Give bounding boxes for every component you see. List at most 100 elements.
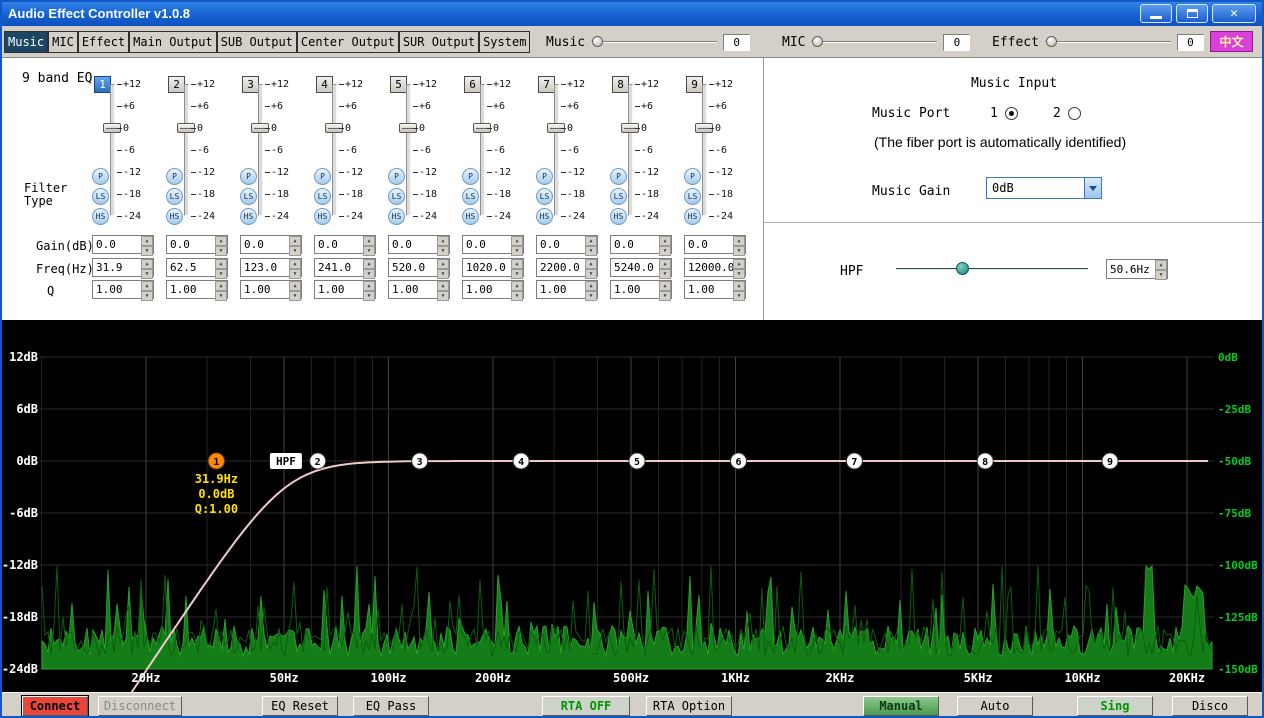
eq-fader-track[interactable] (702, 84, 707, 216)
eq-freq-input[interactable] (389, 259, 437, 276)
hpf-value-input[interactable] (1107, 260, 1155, 278)
spin-up-button[interactable]: ▲ (141, 236, 153, 246)
eq-q-input[interactable] (315, 281, 363, 298)
spin-down-button[interactable]: ▼ (141, 291, 153, 301)
eq-freq-input[interactable] (315, 259, 363, 276)
filter-type-ls-button[interactable]: LS (388, 188, 405, 205)
filter-type-hs-button[interactable]: HS (314, 208, 331, 225)
spin-up-button[interactable]: ▲ (585, 281, 597, 291)
filter-type-p-button[interactable]: P (388, 168, 405, 185)
port-2-radio[interactable] (1068, 107, 1081, 120)
maximize-button[interactable] (1176, 4, 1208, 23)
dropdown-arrow-button[interactable] (1084, 178, 1101, 198)
minimize-button[interactable] (1140, 4, 1172, 23)
spin-down-button[interactable]: ▼ (585, 269, 597, 279)
hpf-slider[interactable] (896, 260, 1088, 278)
spin-up-button[interactable]: ▲ (289, 281, 301, 291)
filter-type-ls-button[interactable]: LS (610, 188, 627, 205)
spin-up-button[interactable]: ▲ (437, 236, 449, 246)
spin-down-button[interactable]: ▼ (141, 246, 153, 256)
eq-gain-input[interactable] (93, 236, 141, 253)
eq-band-7-button[interactable]: 7 (538, 76, 555, 93)
spin-down-button[interactable]: ▼ (511, 269, 523, 279)
filter-type-p-button[interactable]: P (462, 168, 479, 185)
spin-down-button[interactable]: ▼ (1155, 270, 1167, 280)
eq-gain-input[interactable] (463, 236, 511, 253)
filter-type-p-button[interactable]: P (684, 168, 701, 185)
effect-level-slider[interactable] (1045, 33, 1171, 51)
spin-up-button[interactable]: ▲ (733, 281, 745, 291)
filter-type-hs-button[interactable]: HS (684, 208, 701, 225)
tab-music[interactable]: Music (4, 31, 48, 53)
eq-q-input[interactable] (685, 281, 733, 298)
filter-type-ls-button[interactable]: LS (240, 188, 257, 205)
eq-freq-input[interactable] (537, 259, 585, 276)
filter-type-p-button[interactable]: P (610, 168, 627, 185)
slider-thumb[interactable] (592, 36, 603, 47)
eq-freq-input[interactable] (611, 259, 659, 276)
slider-thumb[interactable] (1046, 36, 1057, 47)
eq-freq-input[interactable] (463, 259, 511, 276)
spin-down-button[interactable]: ▼ (511, 246, 523, 256)
spin-up-button[interactable]: ▲ (585, 259, 597, 269)
spin-up-button[interactable]: ▲ (437, 281, 449, 291)
eq-fader-track[interactable] (184, 84, 189, 216)
disco-button[interactable]: Disco (1172, 696, 1248, 716)
music-level-value[interactable] (723, 34, 750, 51)
eq-gain-input[interactable] (389, 236, 437, 253)
spin-down-button[interactable]: ▼ (733, 269, 745, 279)
spin-up-button[interactable]: ▲ (511, 259, 523, 269)
spin-down-button[interactable]: ▼ (733, 291, 745, 301)
eq-gain-input[interactable] (241, 236, 289, 253)
spin-down-button[interactable]: ▼ (659, 291, 671, 301)
eq-gain-input[interactable] (537, 236, 585, 253)
filter-type-hs-button[interactable]: HS (240, 208, 257, 225)
spin-up-button[interactable]: ▲ (215, 236, 227, 246)
filter-type-hs-button[interactable]: HS (462, 208, 479, 225)
disconnect-button[interactable]: Disconnect (98, 696, 182, 716)
spin-down-button[interactable]: ▼ (511, 291, 523, 301)
eq-q-input[interactable] (167, 281, 215, 298)
spin-down-button[interactable]: ▼ (437, 291, 449, 301)
close-button[interactable]: ✕ (1212, 4, 1256, 23)
eq-fader-track[interactable] (258, 84, 263, 216)
spin-up-button[interactable]: ▲ (363, 281, 375, 291)
spin-down-button[interactable]: ▼ (215, 246, 227, 256)
eq-q-input[interactable] (537, 281, 585, 298)
tab-effect[interactable]: Effect (78, 31, 129, 53)
filter-type-hs-button[interactable]: HS (92, 208, 109, 225)
spin-down-button[interactable]: ▼ (215, 291, 227, 301)
eq-q-input[interactable] (93, 281, 141, 298)
eq-fader-track[interactable] (628, 84, 633, 216)
eq-q-input[interactable] (389, 281, 437, 298)
filter-type-hs-button[interactable]: HS (536, 208, 553, 225)
filter-type-ls-button[interactable]: LS (166, 188, 183, 205)
spin-down-button[interactable]: ▼ (733, 246, 745, 256)
spin-down-button[interactable]: ▼ (141, 269, 153, 279)
spin-down-button[interactable]: ▼ (585, 291, 597, 301)
eq-reset-button[interactable]: EQ Reset (262, 696, 338, 716)
eq-graph[interactable]: HPF12345678931.9Hz0.0dBQ:1.0012dB6dB0dB-… (0, 320, 1264, 692)
eq-pass-button[interactable]: EQ Pass (353, 696, 429, 716)
spin-up-button[interactable]: ▲ (1155, 260, 1167, 270)
spin-down-button[interactable]: ▼ (659, 246, 671, 256)
tab-system[interactable]: System (479, 31, 530, 53)
eq-band-8-button[interactable]: 8 (612, 76, 629, 93)
spin-down-button[interactable]: ▼ (585, 246, 597, 256)
spin-up-button[interactable]: ▲ (659, 281, 671, 291)
spin-down-button[interactable]: ▼ (437, 269, 449, 279)
spin-up-button[interactable]: ▲ (363, 236, 375, 246)
spin-up-button[interactable]: ▲ (363, 259, 375, 269)
auto-button[interactable]: Auto (957, 696, 1033, 716)
sing-button[interactable]: Sing (1077, 696, 1153, 716)
spin-down-button[interactable]: ▼ (437, 246, 449, 256)
spin-up-button[interactable]: ▲ (141, 281, 153, 291)
eq-fader-track[interactable] (554, 84, 559, 216)
spin-up-button[interactable]: ▲ (437, 259, 449, 269)
filter-type-p-button[interactable]: P (536, 168, 553, 185)
filter-type-ls-button[interactable]: LS (92, 188, 109, 205)
tab-sub-output[interactable]: SUB Output (217, 31, 297, 53)
spin-down-button[interactable]: ▼ (289, 246, 301, 256)
language-toggle-button[interactable]: 中文 (1210, 31, 1253, 52)
filter-type-hs-button[interactable]: HS (610, 208, 627, 225)
